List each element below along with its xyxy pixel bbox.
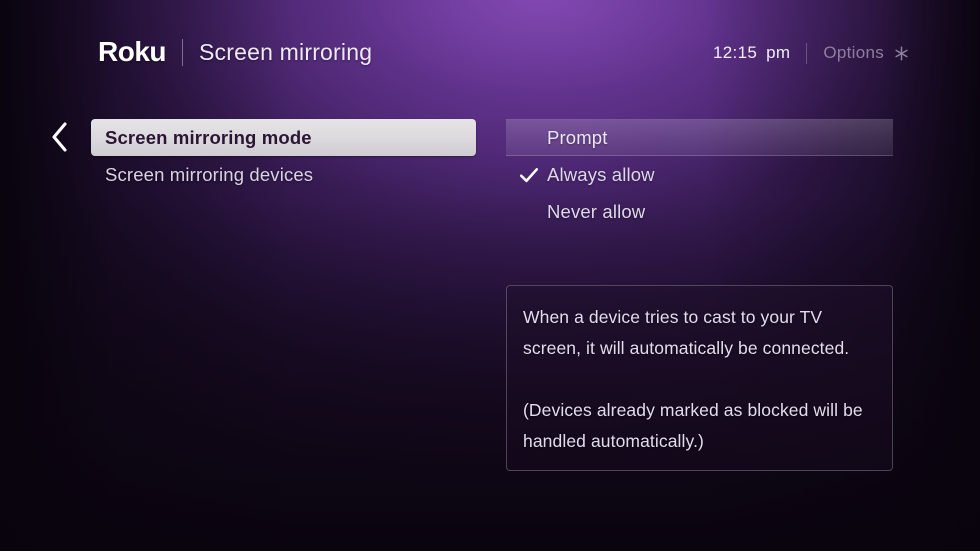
chevron-left-icon[interactable] xyxy=(48,120,72,154)
header-divider-right xyxy=(806,42,808,64)
checkmark-icon xyxy=(518,164,540,186)
asterisk-star-icon xyxy=(893,45,910,62)
header-status-area: 12:15 pm Options xyxy=(713,40,910,66)
roku-settings-screen: Roku Screen mirroring 12:15 pm Options S… xyxy=(0,0,980,551)
option-never-allow[interactable]: Never allow xyxy=(506,193,893,230)
clock-time: 12:15 xyxy=(713,43,758,62)
description-panel: When a device tries to cast to your TV s… xyxy=(506,285,893,471)
option-label: Never allow xyxy=(547,200,646,222)
page-title: Screen mirroring xyxy=(199,38,373,65)
option-label: Prompt xyxy=(547,126,608,148)
option-always-allow[interactable]: Always allow xyxy=(506,156,893,193)
settings-menu-list: Screen mirroring mode Screen mirroring d… xyxy=(91,119,476,193)
mirroring-mode-options: Prompt Always allow Never allow xyxy=(506,119,893,230)
description-paragraph-1: When a device tries to cast to your TV s… xyxy=(523,307,850,358)
brand-row: Roku Screen mirroring xyxy=(98,34,372,70)
sidebar-item-label: Screen mirroring devices xyxy=(105,163,314,185)
sidebar-item-screen-mirroring-mode[interactable]: Screen mirroring mode xyxy=(91,119,476,156)
sidebar-item-label: Screen mirroring mode xyxy=(105,126,312,148)
roku-logo: Roku xyxy=(98,36,167,67)
sidebar-item-screen-mirroring-devices[interactable]: Screen mirroring devices xyxy=(91,156,476,193)
options-label[interactable]: Options xyxy=(823,43,884,63)
option-prompt[interactable]: Prompt xyxy=(506,119,893,156)
clock-period: pm xyxy=(766,43,791,62)
header-divider xyxy=(182,38,183,66)
header-bar: Roku Screen mirroring 12:15 pm Options xyxy=(0,0,980,96)
description-paragraph-2: (Devices already marked as blocked will … xyxy=(523,400,863,451)
